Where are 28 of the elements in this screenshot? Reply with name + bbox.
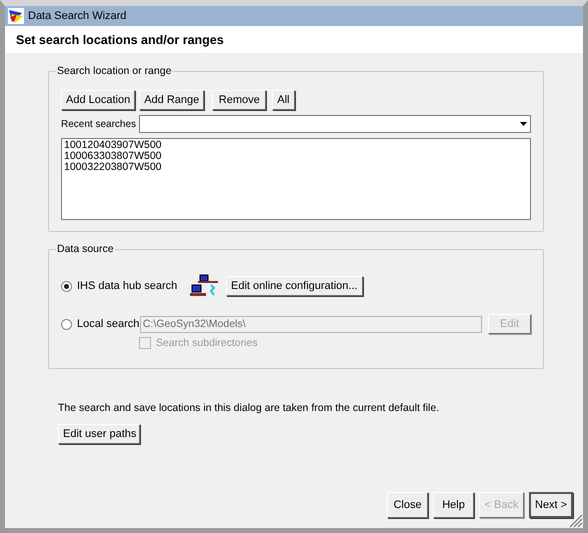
list-item[interactable]: 100063303807W500 — [64, 151, 528, 162]
button[interactable]: Edit user paths — [58, 424, 140, 444]
button[interactable]: Help — [433, 492, 474, 518]
app-icon — [8, 8, 24, 24]
button[interactable]: Next > — [529, 492, 573, 518]
resize-grip-icon[interactable] — [569, 514, 583, 528]
field-label: Recent searches — [61, 118, 138, 130]
button[interactable]: All — [272, 90, 294, 110]
radio-label[interactable]: IHS data hub search — [77, 280, 190, 292]
button[interactable]: Add Location — [61, 90, 136, 110]
locations-list[interactable]: 100120403907W500 100063303807W500 100032203807W500 — [61, 138, 531, 220]
group-title: Data source — [56, 243, 115, 255]
network-computers-icon — [190, 273, 220, 299]
button[interactable]: Close — [387, 492, 428, 518]
info-text: The search and save locations in this dialog are taken from the current default file. — [58, 402, 440, 414]
list-item[interactable]: 100032203807W500 — [64, 162, 528, 173]
page-heading: Set search locations and/or ranges — [16, 32, 224, 46]
button[interactable]: Remove — [212, 90, 266, 110]
radio-button[interactable] — [61, 280, 72, 292]
radio-button[interactable] — [61, 318, 72, 330]
list-item[interactable]: 100120403907W500 — [64, 140, 528, 151]
window-title: Data Search Wizard — [28, 10, 126, 22]
button[interactable]: Edit online configuration... — [226, 276, 363, 296]
group-title: Search location or range — [56, 65, 172, 77]
button[interactable]: Add Range — [139, 90, 204, 110]
radio-label[interactable]: Local search — [76, 318, 140, 330]
recent-searches-dropdown[interactable] — [139, 115, 531, 133]
dropdown-arrow-icon[interactable] — [520, 122, 527, 126]
